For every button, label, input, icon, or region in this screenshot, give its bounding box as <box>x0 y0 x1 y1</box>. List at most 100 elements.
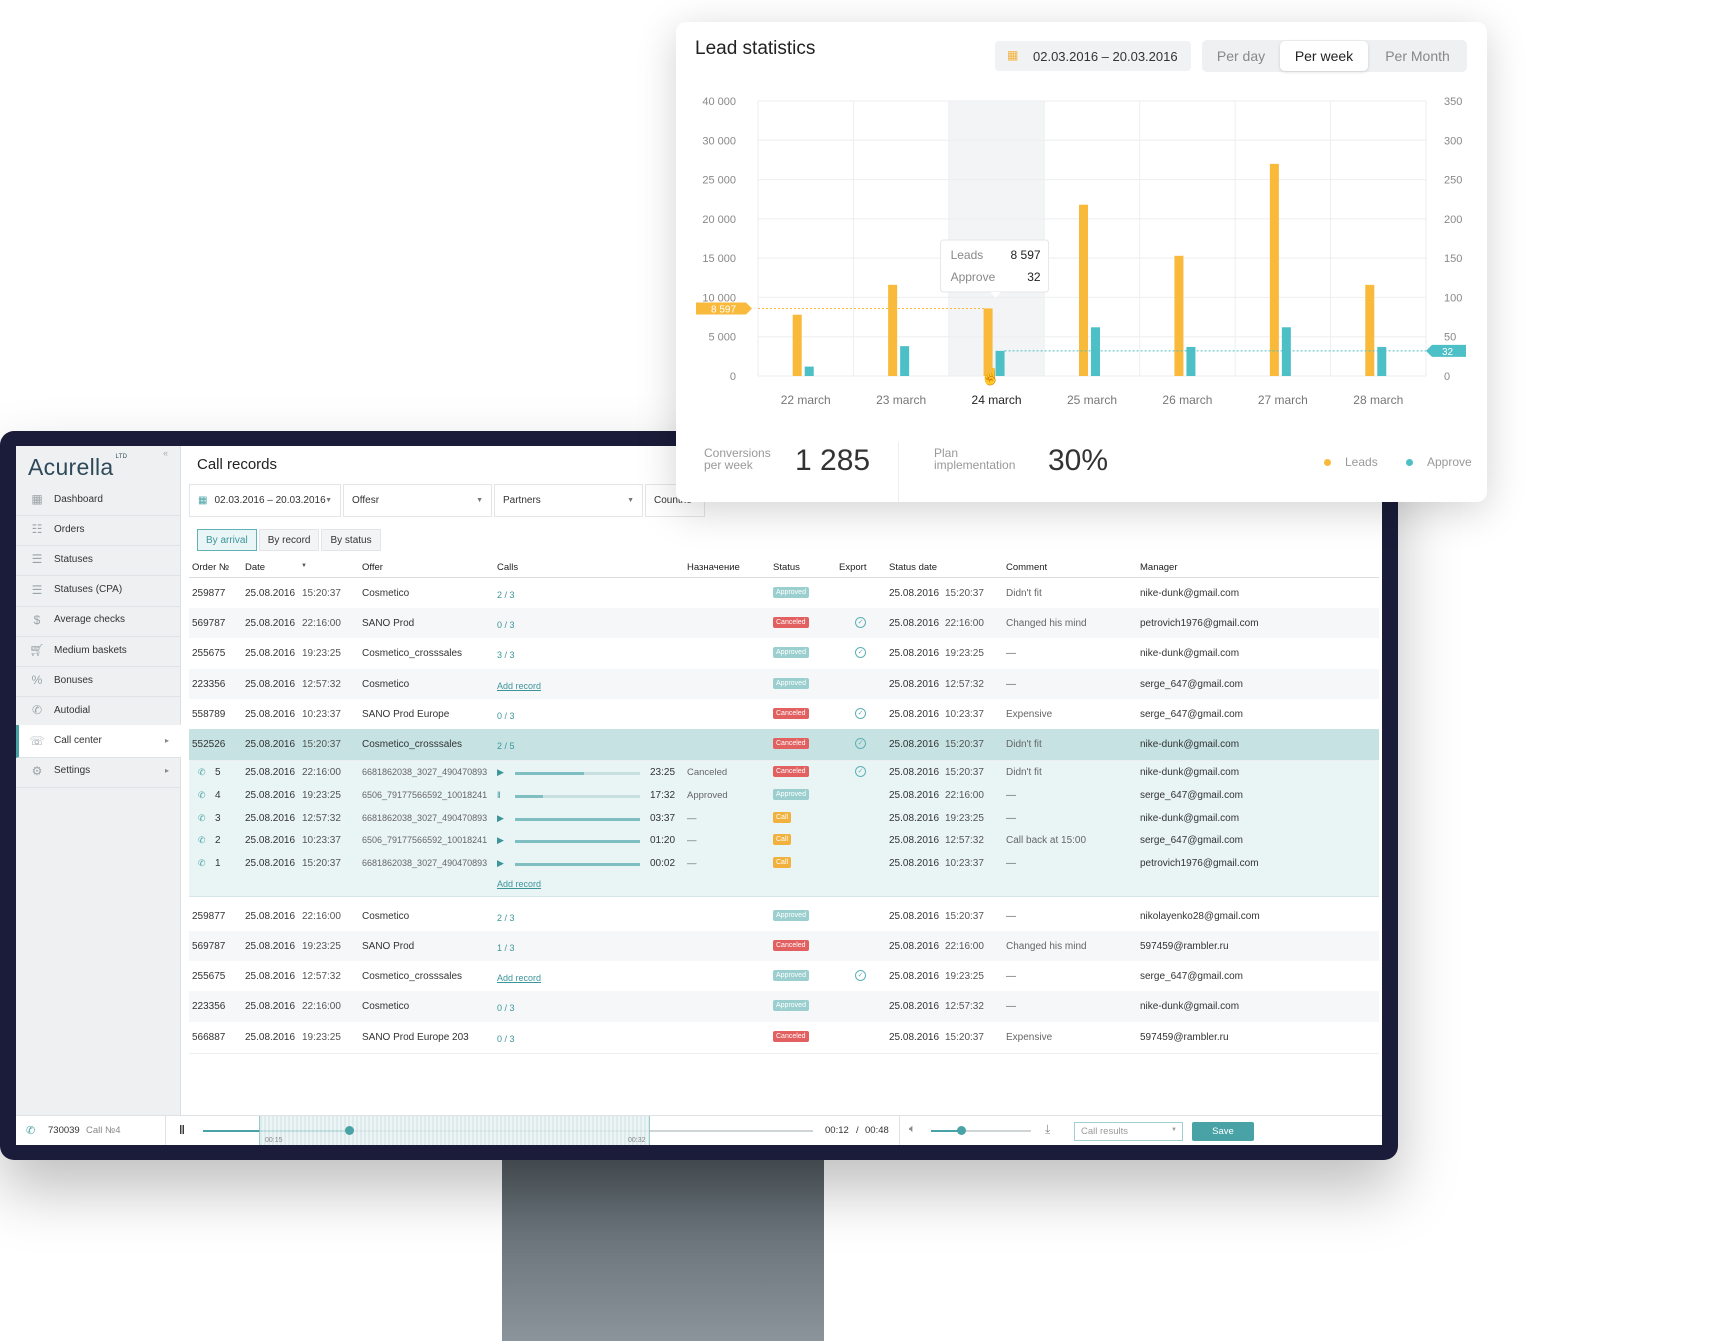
table-row[interactable]: 255675 25.08.2016 12:57:32 Cosmetico_crosss… <box>189 961 1379 994</box>
sidebar-item-orders[interactable]: ☷ Orders <box>16 513 181 547</box>
column-header[interactable]: Manager <box>1140 562 1178 573</box>
approve-bar[interactable] <box>1091 327 1100 376</box>
call-number: 2 <box>215 835 221 847</box>
export-check-icon[interactable]: ✓ <box>855 766 866 778</box>
table-row[interactable]: 558789 25.08.2016 10:23:37 SANO Prod Europe… <box>189 698 1379 731</box>
percent-icon: % <box>31 673 43 688</box>
call-record-row[interactable]: ✆ 2 25.08.2016 10:23:37 6506_79177566592_100… <box>189 829 1379 854</box>
leads-bar[interactable] <box>1269 163 1279 376</box>
approve-bar[interactable] <box>900 346 910 376</box>
leads-bar[interactable] <box>1174 255 1184 376</box>
play-icon[interactable]: ▶ <box>497 858 504 869</box>
save-button[interactable]: Save <box>1192 1122 1254 1141</box>
add-record-link[interactable]: Add record <box>497 879 541 889</box>
leads-bar[interactable] <box>1365 284 1375 376</box>
sidebar-item-statuses[interactable]: ☰ Statuses <box>16 543 181 577</box>
record-waveform[interactable] <box>515 817 640 821</box>
call-date: 25.08.2016 <box>245 789 296 801</box>
table-row[interactable]: 569787 25.08.2016 22:16:00 SANO Prod 0 / 3 Ca… <box>189 608 1379 641</box>
date-filter[interactable]: ▦ 02.03.2016 – 20.03.2016 ▼ <box>189 484 341 517</box>
logo[interactable]: Acurella LTD <box>28 454 127 481</box>
volume-knob[interactable] <box>957 1126 966 1135</box>
record-waveform[interactable] <box>515 772 640 776</box>
call-record-row[interactable]: ✆ 3 25.08.2016 12:57:32 6681862038_3027_4904… <box>189 806 1379 831</box>
pause-icon[interactable]: ‖ <box>497 790 501 800</box>
y-left-tick: 5 000 <box>708 332 736 344</box>
main-area: Call records ▦ 02.03.2016 – 20.03.2016 ▼ O… <box>181 446 1382 1145</box>
export-check-icon[interactable]: ✓ <box>855 617 866 629</box>
export-check-icon[interactable]: ✓ <box>855 707 866 719</box>
column-header[interactable]: Status <box>773 562 800 573</box>
play-icon[interactable]: ▶ <box>497 835 504 846</box>
sidebar-item-bonuses[interactable]: % Bonuses <box>16 664 181 698</box>
table-row[interactable]: 569787 25.08.2016 19:23:25 SANO Prod 1 / 3 Ca… <box>189 930 1379 963</box>
table-row[interactable]: 223356 25.08.2016 12:57:32 Cosmetico Add rec… <box>189 668 1379 701</box>
add-record-link[interactable]: Add record <box>497 973 541 983</box>
table-row[interactable]: 223356 25.08.2016 22:16:00 Cosmetico 0 / 3 Ap… <box>189 991 1379 1024</box>
sidebar-item-statuses-cpa[interactable]: ☰ Statuses (CPA) <box>16 574 181 607</box>
record-waveform[interactable] <box>515 794 640 798</box>
table-row[interactable]: 255675 25.08.2016 19:23:25 Cosmetico_crosss… <box>189 638 1379 671</box>
status-date: 25.08.2016 <box>889 971 940 983</box>
approve-bar[interactable] <box>1281 327 1291 376</box>
period-per-day[interactable]: Per day <box>1202 41 1280 71</box>
partners-filter[interactable]: Partners ▼ <box>494 484 643 517</box>
column-header[interactable]: Order № <box>192 562 229 573</box>
column-header[interactable]: Calls <box>497 562 518 573</box>
play-icon[interactable]: ▶ <box>497 767 504 778</box>
player-call: Call №4 <box>86 1125 121 1136</box>
volume-icon[interactable]: 🔈︎ <box>909 1123 916 1136</box>
chevron-down-icon: ▼ <box>476 497 483 504</box>
period-per-week[interactable]: Per week <box>1280 41 1368 71</box>
leads-bar[interactable] <box>792 314 802 376</box>
call-results-select[interactable]: Call results ▼ <box>1074 1122 1183 1141</box>
tab-by-arrival[interactable]: By arrival <box>197 529 257 551</box>
approve-bar[interactable] <box>804 366 814 376</box>
offer-filter[interactable]: Offesr ▼ <box>343 484 492 517</box>
x-tick: 25 march <box>1067 393 1117 407</box>
table-row[interactable]: 552526 25.08.2016 15:20:37 Cosmetico_crosss… <box>189 729 1379 761</box>
record-waveform[interactable] <box>515 840 640 844</box>
column-header[interactable]: Export <box>839 562 866 573</box>
leads-bar[interactable] <box>983 308 993 376</box>
period-per-month[interactable]: Per Month <box>1368 41 1467 71</box>
waveform-selection[interactable] <box>259 1116 650 1145</box>
table-row[interactable]: 566887 25.08.2016 19:23:25 SANO Prod Europe… <box>189 1021 1379 1054</box>
column-header[interactable]: Status date <box>889 562 937 573</box>
column-header[interactable]: Назначение <box>687 562 740 573</box>
pause-button[interactable]: ‖ <box>179 1123 185 1137</box>
export-check-icon[interactable]: ✓ <box>855 738 866 749</box>
export-check-icon[interactable]: ✓ <box>855 647 866 659</box>
tab-by-record[interactable]: By record <box>258 529 320 551</box>
sidebar-item-call-center[interactable]: ☏ Call center ▸ <box>16 724 181 758</box>
table-row[interactable]: 259877 25.08.2016 22:16:00 Cosmetico 2 / 3 Ap… <box>189 900 1379 933</box>
sidebar-item-label: Orders <box>54 523 85 535</box>
table-row[interactable]: 259877 25.08.2016 15:20:37 Cosmetico 2 / 3 Ap… <box>189 578 1379 610</box>
collapse-sidebar-icon[interactable]: « <box>163 448 168 458</box>
sidebar-item-dashboard[interactable]: ▦ Dashboard <box>16 483 181 516</box>
sidebar-item-autodial[interactable]: ✆ Autodial <box>16 694 181 728</box>
sidebar-item-average-checks[interactable]: $ Average checks <box>16 604 181 637</box>
add-record-link[interactable]: Add record <box>497 681 541 691</box>
download-icon[interactable]: ⤓ <box>1045 1122 1050 1137</box>
record-progress <box>515 772 584 776</box>
play-icon[interactable]: ▶ <box>497 813 504 824</box>
column-header[interactable]: Date <box>245 562 265 573</box>
manager-email: 597459@rambler.ru <box>1140 940 1229 952</box>
leads-bar[interactable] <box>1079 204 1088 376</box>
column-header[interactable]: Offer <box>362 562 383 573</box>
status-date: 25.08.2016 <box>889 858 940 869</box>
sort-icon[interactable]: ▼ <box>301 563 307 569</box>
call-record-row[interactable]: ✆ 5 25.08.2016 22:16:00 6681862038_3027_4904… <box>189 761 1379 786</box>
export-check-icon[interactable]: ✓ <box>855 970 866 982</box>
column-header[interactable]: Comment <box>1006 562 1047 573</box>
call-record-row[interactable]: ✆ 4 25.08.2016 19:23:25 6506_79177566592_100… <box>189 783 1379 808</box>
record-waveform[interactable] <box>515 863 640 866</box>
call-record-row[interactable]: ✆ 1 25.08.2016 15:20:37 6681862038_3027_4904… <box>189 852 1379 876</box>
sidebar-item-settings[interactable]: ⚙ Settings ▸ <box>16 755 181 788</box>
tab-by-status[interactable]: By status <box>321 529 381 551</box>
leads-bar[interactable] <box>888 284 898 376</box>
comment: Didn't fit <box>1006 739 1042 750</box>
sidebar-item-medium-baskets[interactable]: 🛒︎ Medium baskets <box>16 634 181 667</box>
date-range-picker[interactable]: ▦ 02.03.2016 – 20.03.2016 <box>995 41 1191 71</box>
